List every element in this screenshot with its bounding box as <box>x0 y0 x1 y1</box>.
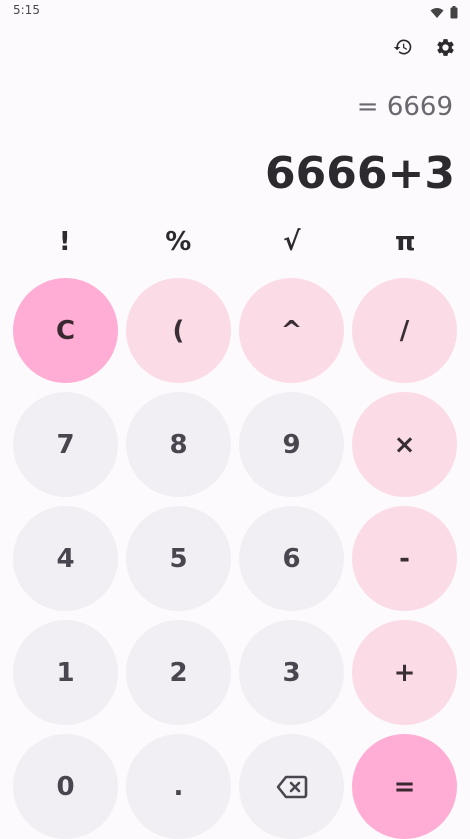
status-icons <box>430 4 458 23</box>
percent-button[interactable]: % <box>122 222 236 262</box>
backspace-button[interactable] <box>239 734 344 839</box>
plus-button[interactable]: + <box>352 620 457 725</box>
backspace-icon <box>276 775 308 799</box>
digit-5-button[interactable]: 5 <box>126 506 231 611</box>
history-button[interactable] <box>392 38 414 60</box>
digit-1-button[interactable]: 1 <box>13 620 118 725</box>
history-icon <box>393 37 413 61</box>
clear-button[interactable]: C <box>13 278 118 383</box>
keypad: C ( ^ / 7 8 9 × 4 5 6 - 1 2 3 + 0 . = <box>13 278 457 839</box>
digit-4-button[interactable]: 4 <box>13 506 118 611</box>
digit-9-button[interactable]: 9 <box>239 392 344 497</box>
digit-3-button[interactable]: 3 <box>239 620 344 725</box>
pi-button[interactable]: π <box>349 222 463 262</box>
multiply-button[interactable]: × <box>352 392 457 497</box>
digit-0-button[interactable]: 0 <box>13 734 118 839</box>
status-bar: 5:15 <box>0 0 470 24</box>
decimal-button[interactable]: . <box>126 734 231 839</box>
status-time: 5:15 <box>13 3 40 17</box>
parenthesis-button[interactable]: ( <box>126 278 231 383</box>
battery-icon <box>450 4 458 23</box>
result-preview: = 6669 <box>356 92 453 122</box>
expression-display[interactable]: 6666+3 <box>265 148 455 199</box>
settings-button[interactable] <box>434 38 456 60</box>
digit-7-button[interactable]: 7 <box>13 392 118 497</box>
factorial-button[interactable]: ! <box>8 222 122 262</box>
minus-button[interactable]: - <box>352 506 457 611</box>
digit-2-button[interactable]: 2 <box>126 620 231 725</box>
wifi-icon <box>430 4 444 23</box>
function-row: ! % √ π <box>8 222 462 262</box>
square-root-button[interactable]: √ <box>235 222 349 262</box>
toolbar <box>392 38 456 60</box>
settings-icon <box>435 37 456 62</box>
digit-8-button[interactable]: 8 <box>126 392 231 497</box>
digit-6-button[interactable]: 6 <box>239 506 344 611</box>
divide-button[interactable]: / <box>352 278 457 383</box>
equals-button[interactable]: = <box>352 734 457 839</box>
power-button[interactable]: ^ <box>239 278 344 383</box>
